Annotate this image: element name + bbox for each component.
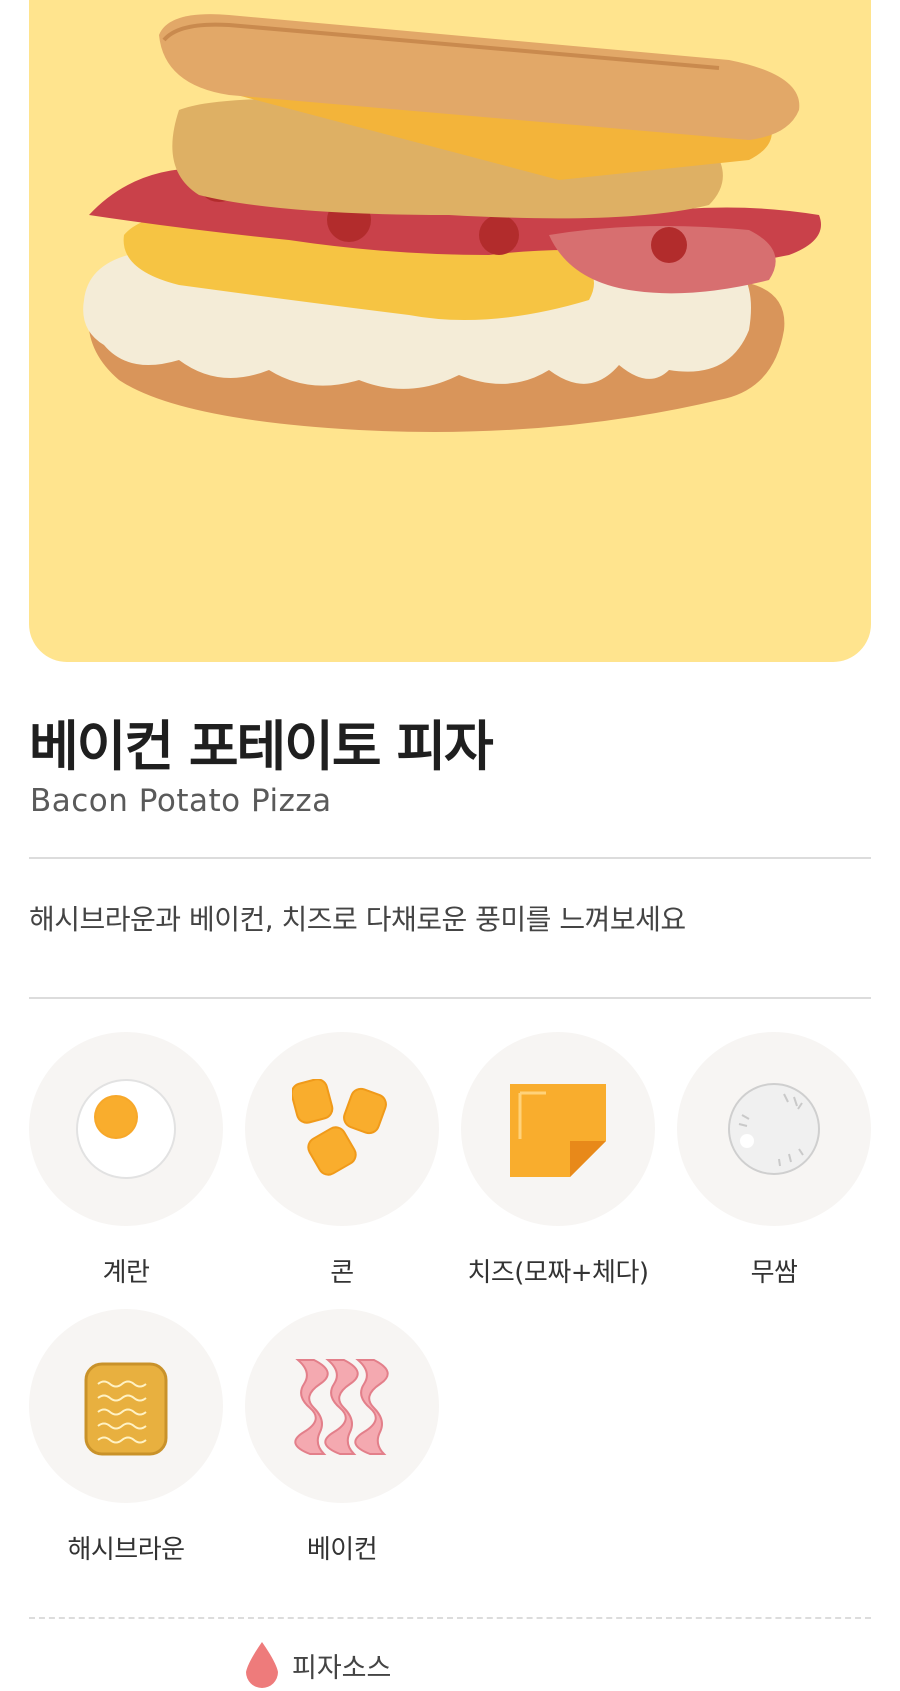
divider: [29, 857, 871, 859]
hash-brown-icon: [84, 1362, 168, 1456]
divider: [29, 997, 871, 999]
product-description: 해시브라운과 베이컨, 치즈로 다채로운 풍미를 느껴보세요: [29, 903, 686, 936]
dashed-divider: [29, 1617, 871, 1619]
corn-icon: [292, 1079, 387, 1176]
sauce-drop-icon: [246, 1642, 278, 1688]
ingredient-radish: 무쌈: [676, 1032, 872, 1289]
ingredient-corn: 콘: [244, 1032, 440, 1289]
ingredient-cheese: 치즈(모짜+체다): [460, 1032, 656, 1289]
ingredient-label: 베이컨: [306, 1535, 378, 1565]
ingredient-label: 콘: [330, 1258, 354, 1288]
product-subtitle: Bacon Potato Pizza: [30, 783, 332, 819]
radish-wrap-icon: [728, 1083, 820, 1175]
ingredient-label: 치즈(모짜+체다): [467, 1258, 649, 1288]
ingredient-bacon: 베이컨: [244, 1309, 440, 1566]
sandwich-illustration: [83, 14, 821, 432]
ingredient-label: 무쌈: [750, 1258, 798, 1288]
ingredient-label: 해시브라운: [67, 1535, 185, 1565]
cheese-slice-icon: [510, 1084, 606, 1177]
ingredient-egg: 계란: [28, 1032, 224, 1289]
product-image: [29, 0, 871, 662]
ingredient-hash-brown: 해시브라운: [28, 1309, 224, 1566]
fried-egg-icon: [76, 1079, 176, 1179]
bacon-icon: [294, 1359, 389, 1455]
sauce-label: 피자소스: [292, 1653, 392, 1684]
ingredient-label: 계란: [102, 1258, 150, 1288]
product-title: 베이컨 포테이토 피자: [29, 715, 494, 778]
